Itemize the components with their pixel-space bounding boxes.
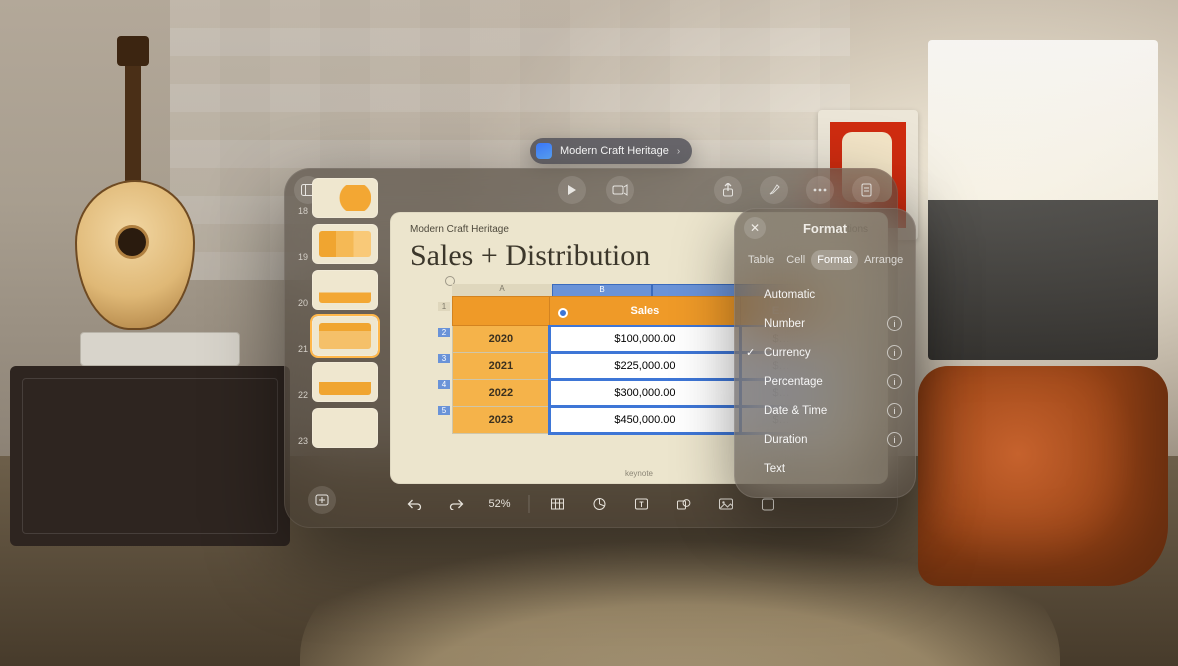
insert-shape-button[interactable]: [670, 490, 698, 518]
slide-thumb-19[interactable]: 19: [294, 224, 378, 264]
table-header-blank[interactable]: [453, 297, 550, 326]
play-button[interactable]: [558, 176, 586, 204]
slide-thumb-22[interactable]: 22: [294, 362, 378, 402]
row-number-4[interactable]: 4: [438, 380, 450, 389]
insert-text-button[interactable]: [628, 490, 656, 518]
slide-navigator[interactable]: 18 19 20 21 22 23: [288, 176, 384, 520]
slide-thumb-21[interactable]: 21: [294, 316, 378, 356]
format-automatic[interactable]: Automatic: [734, 280, 916, 309]
data-format-list: Automatic Numberi Currencyi Percentagei …: [734, 278, 916, 485]
cell-year-2020[interactable]: 2020: [453, 326, 550, 353]
slide-header-left: Modern Craft Heritage: [410, 224, 509, 235]
redo-button[interactable]: [442, 490, 470, 518]
undo-button[interactable]: [400, 490, 428, 518]
slide-thumb-20[interactable]: 20: [294, 270, 378, 310]
tab-cell[interactable]: Cell: [780, 250, 811, 270]
insert-chart-button[interactable]: [586, 490, 614, 518]
background-chair: [918, 366, 1168, 586]
cell-sales-2020[interactable]: $100,000.00: [549, 326, 740, 353]
toolbar-divider: [529, 495, 530, 513]
cell-year-2022[interactable]: 2022: [453, 380, 550, 407]
row-number-1[interactable]: 1: [438, 302, 450, 311]
info-icon[interactable]: i: [887, 316, 902, 331]
format-tabs: Table Cell Format Arrange: [734, 248, 916, 278]
cell-year-2023[interactable]: 2023: [453, 407, 550, 434]
document-title-pill[interactable]: Modern Craft Heritage ›: [530, 138, 692, 164]
insert-table-button[interactable]: [544, 490, 572, 518]
format-text[interactable]: Text: [734, 454, 916, 483]
cell-sales-2021[interactable]: $225,000.00: [549, 353, 740, 380]
tab-arrange[interactable]: Arrange: [858, 250, 909, 270]
more-button[interactable]: [806, 176, 834, 204]
insert-media-button[interactable]: [712, 490, 740, 518]
background-cabinet: [10, 366, 290, 546]
info-icon[interactable]: i: [887, 374, 902, 389]
table-header-sales[interactable]: Sales: [549, 297, 740, 326]
column-header-a[interactable]: A: [452, 284, 552, 296]
zoom-level[interactable]: 52%: [484, 498, 514, 510]
row-number-2[interactable]: 2: [438, 328, 450, 337]
format-datetime[interactable]: Date & Timei: [734, 396, 916, 425]
format-paintbrush-button[interactable]: [760, 176, 788, 204]
tab-format[interactable]: Format: [811, 250, 858, 270]
format-number[interactable]: Numberi: [734, 309, 916, 338]
format-percentage[interactable]: Percentagei: [734, 367, 916, 396]
format-inspector-panel: ✕ Format Table Cell Format Arrange Autom…: [734, 208, 916, 498]
slide-thumb-23[interactable]: 23: [294, 408, 378, 448]
format-duration[interactable]: Durationi: [734, 425, 916, 454]
background-guitar: [55, 40, 205, 340]
cell-sales-2023[interactable]: $450,000.00: [549, 407, 740, 434]
info-icon[interactable]: i: [887, 432, 902, 447]
column-header-b[interactable]: B: [552, 284, 652, 296]
row-number-5[interactable]: 5: [438, 406, 450, 415]
background-window: [928, 40, 1158, 360]
share-button[interactable]: [714, 176, 742, 204]
document-options-button[interactable]: [852, 176, 880, 204]
presenter-display-button[interactable]: [606, 176, 634, 204]
cell-sales-2022[interactable]: $300,000.00: [549, 380, 740, 407]
close-panel-button[interactable]: ✕: [744, 217, 766, 239]
info-icon[interactable]: i: [887, 345, 902, 360]
tab-table[interactable]: Table: [742, 250, 780, 270]
info-icon[interactable]: i: [887, 403, 902, 418]
selection-handle[interactable]: [558, 308, 568, 318]
keynote-app-icon: [536, 143, 552, 159]
row-number-3[interactable]: 3: [438, 354, 450, 363]
slide-thumb-18[interactable]: 18: [294, 178, 378, 218]
document-title: Modern Craft Heritage: [560, 145, 669, 157]
add-slide-button[interactable]: [308, 486, 336, 514]
format-currency[interactable]: Currencyi: [734, 338, 916, 367]
chevron-right-icon: ›: [677, 146, 680, 157]
cell-year-2021[interactable]: 2021: [453, 353, 550, 380]
bottom-toolbar: 52%: [390, 486, 791, 522]
